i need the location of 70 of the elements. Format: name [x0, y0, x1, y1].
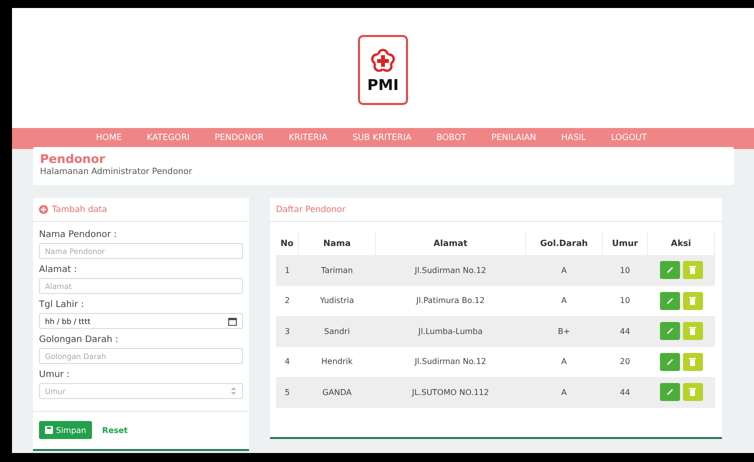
spinner-arrows-icon[interactable] — [230, 386, 237, 396]
table-cell: 10 — [602, 286, 648, 316]
table-cell: 10 — [602, 255, 648, 286]
pencil-icon — [666, 266, 674, 274]
table-cell: 1 — [276, 255, 298, 286]
table-cell: 44 — [602, 377, 648, 408]
cross-flower-icon — [370, 48, 396, 74]
nav-link[interactable]: HASIL — [561, 134, 586, 143]
table-cell: 4 — [276, 346, 298, 377]
field-label: Golongan Darah : — [39, 335, 120, 345]
table-title: Daftar Pendonor — [276, 204, 346, 214]
table-cell: A — [526, 286, 602, 316]
delete-button[interactable] — [682, 292, 702, 310]
table-cell: Jl.Sudirman No.12 — [376, 346, 526, 377]
edit-button[interactable] — [660, 261, 680, 280]
pencil-icon — [666, 358, 674, 366]
trash-icon — [689, 388, 696, 396]
nav-link[interactable]: PENILAIAN — [491, 134, 536, 143]
table-cell: 3 — [276, 316, 298, 346]
table-cell: 2 — [276, 286, 298, 316]
table-cell: 44 — [602, 316, 648, 346]
logo-text: PMI — [367, 78, 399, 92]
table-cell: B+ — [526, 316, 602, 346]
table-cell: Jl.Lumba-Lumba — [376, 316, 526, 346]
nav-link[interactable]: KRITERIA — [288, 134, 328, 143]
edit-button[interactable] — [660, 292, 680, 310]
delete-button[interactable] — [682, 383, 702, 402]
field-label: Alamat : — [39, 265, 78, 275]
nav-link[interactable]: LOGOUT — [611, 134, 647, 143]
trash-icon — [689, 296, 696, 305]
table-cell: 20 — [602, 346, 648, 377]
pencil-icon — [666, 388, 674, 396]
table-cell: Hendrik — [298, 346, 376, 377]
field-label: Umur : — [39, 370, 71, 380]
table-cell: GANDA — [298, 377, 376, 408]
edit-button[interactable] — [660, 352, 680, 371]
table-cell: Jl.Patimura Bo.12 — [376, 286, 526, 316]
nav-link[interactable]: PENDONOR — [214, 134, 264, 143]
pencil-icon — [666, 327, 674, 336]
table-cell: A — [526, 255, 602, 286]
calendar-icon — [228, 316, 237, 326]
form-title: Tambah data — [52, 204, 108, 214]
reset-link[interactable]: Reset — [102, 426, 128, 434]
pencil-icon — [666, 296, 674, 305]
nav-link[interactable]: BOBOT — [436, 134, 466, 143]
delete-button[interactable] — [682, 352, 702, 371]
page-title: Pendonor — [40, 152, 106, 166]
save-button[interactable]: Simpan — [39, 421, 92, 439]
field-label: Tgl Lahir : — [39, 300, 85, 310]
delete-button[interactable] — [682, 261, 702, 280]
nav-link[interactable]: SUB KRITERIA — [352, 134, 412, 143]
table-cell: Yudistria — [298, 286, 376, 316]
table-cell: Tariman — [298, 255, 376, 286]
table-cell: A — [526, 346, 602, 377]
nav-link[interactable]: KATEGORI — [146, 134, 190, 143]
trash-icon — [689, 327, 696, 336]
trash-icon — [689, 266, 696, 274]
table-cell: JL.SUTOMO NO.112 — [376, 377, 526, 408]
edit-button[interactable] — [660, 322, 680, 340]
edit-button[interactable] — [660, 383, 680, 402]
plus-circle-icon — [39, 205, 48, 214]
table-cell: 5 — [276, 377, 298, 408]
table-cell: Sandri — [298, 316, 376, 346]
trash-icon — [689, 358, 696, 366]
table-cell: A — [526, 377, 602, 408]
page-subtitle: Halamanan Administrator Pendonor — [40, 166, 194, 178]
nav-link[interactable]: HOME — [96, 134, 122, 143]
table-cell: Jl.Sudirman No.12 — [376, 255, 526, 286]
delete-button[interactable] — [682, 322, 702, 340]
field-label: Nama Pendonor : — [39, 230, 118, 240]
